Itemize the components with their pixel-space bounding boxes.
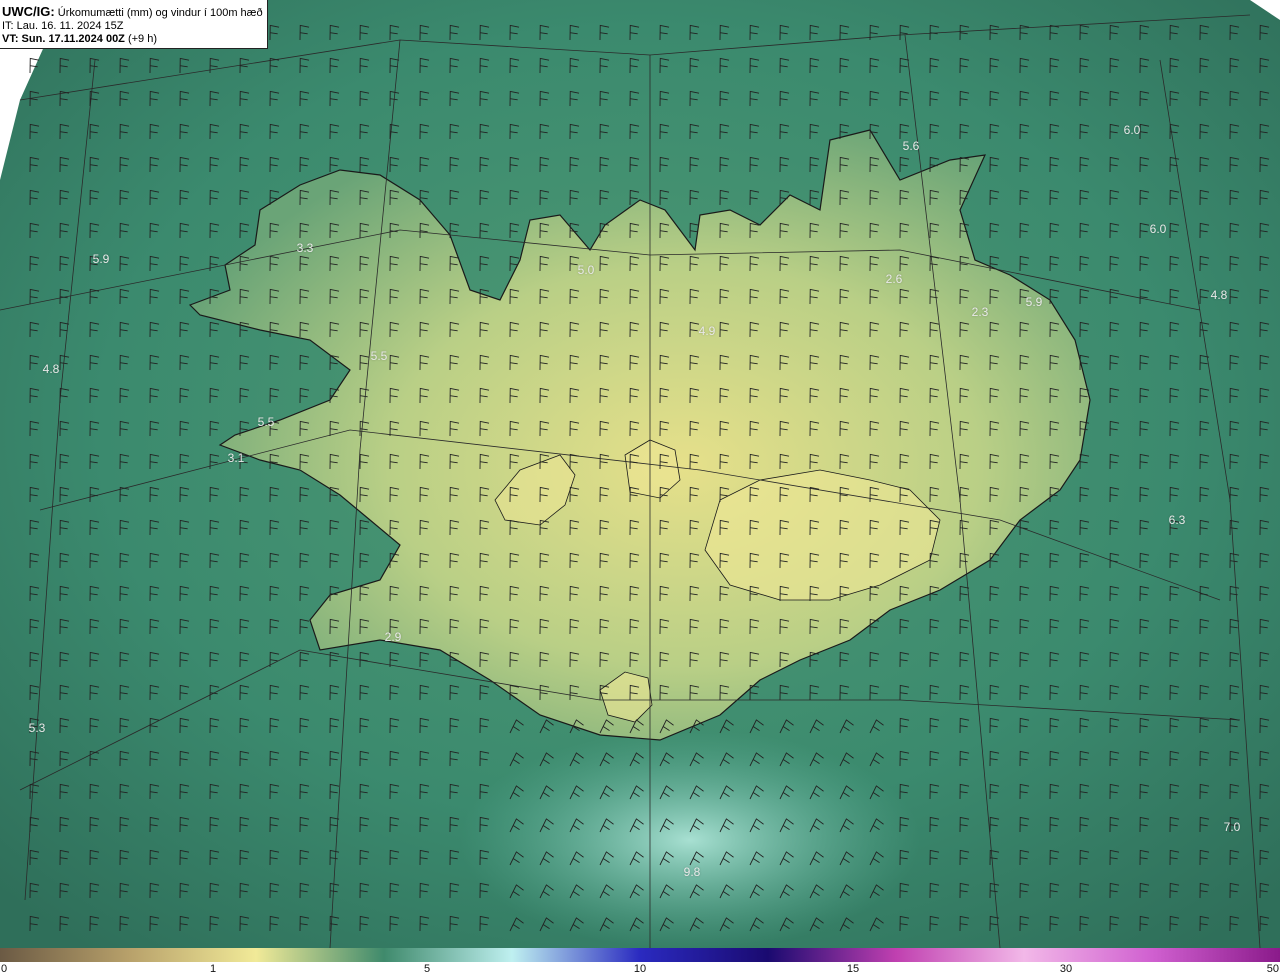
value-label: 5.9 <box>1025 295 1043 309</box>
value-label: 6.3 <box>1168 513 1186 527</box>
value-label: 6.0 <box>1123 123 1141 137</box>
valid-time: VT: Sun. 17.11.2024 00Z <box>2 33 125 45</box>
value-label: 3.3 <box>296 241 314 255</box>
map-canvas <box>0 0 1280 948</box>
lead-time: (+9 h) <box>127 33 158 45</box>
value-label: 5.0 <box>577 263 595 277</box>
model-name: UWC/IG: <box>2 4 55 19</box>
value-label: 4.9 <box>698 324 716 338</box>
value-label: 5.6 <box>902 139 920 153</box>
value-label: 6.0 <box>1149 222 1167 236</box>
colorbar-tick: 30 <box>1059 963 1073 975</box>
value-label: 5.3 <box>28 721 46 735</box>
value-label: 2.9 <box>384 630 402 644</box>
colorbar-tick: 50 <box>1266 963 1279 975</box>
precipitation-wind-map <box>0 0 1280 948</box>
value-label: 5.5 <box>370 349 388 363</box>
colorbar-tick: 15 <box>846 963 860 975</box>
value-label: 4.8 <box>1210 288 1228 302</box>
map-title: Úrkomumætti (mm) og vindur í 100m hæð <box>57 7 263 19</box>
value-label: 5.9 <box>92 252 110 266</box>
colorbar-tick: 1 <box>209 963 217 975</box>
colorbar-tick: 10 <box>633 963 647 975</box>
value-label: 7.0 <box>1223 820 1241 834</box>
value-label: 5.5 <box>257 415 275 429</box>
value-label: 9.8 <box>683 865 701 879</box>
value-label: 4.8 <box>42 362 60 376</box>
value-label: 2.3 <box>971 305 989 319</box>
map-header: UWC/IG: Úrkomumætti (mm) og vindur í 100… <box>0 0 268 49</box>
value-label: 2.6 <box>885 272 903 286</box>
south-precip-blob <box>460 730 920 948</box>
colorbar-tick: 5 <box>423 963 431 975</box>
precipitation-colorbar <box>0 948 1280 962</box>
value-label: 3.1 <box>227 451 245 465</box>
colorbar-tick: 0 <box>1 963 8 975</box>
init-time: IT: Lau. 16. 11. 2024 15Z <box>2 20 124 32</box>
